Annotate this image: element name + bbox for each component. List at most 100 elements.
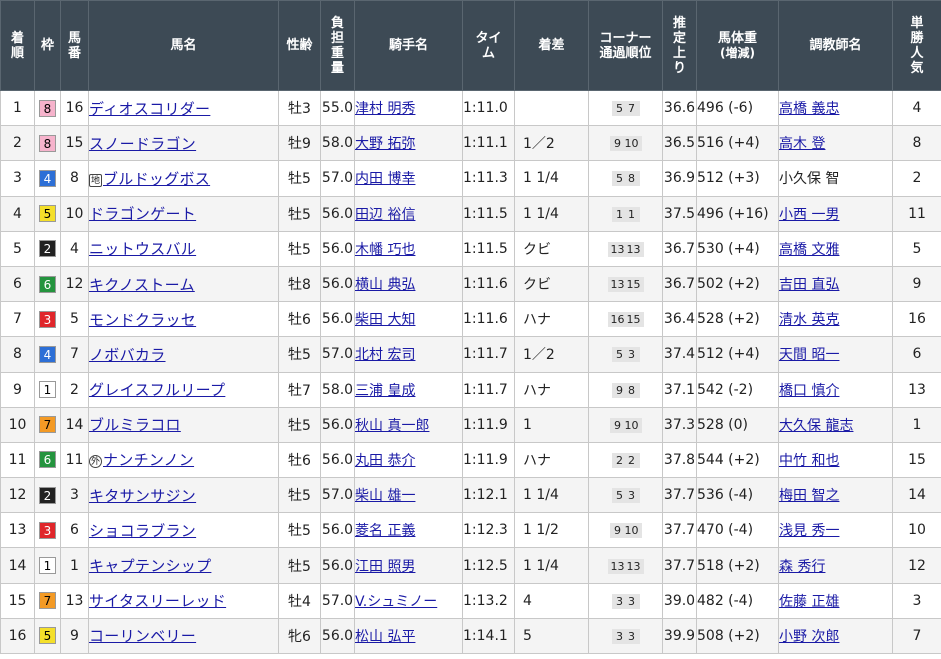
umaban-cell: 13 <box>60 582 89 619</box>
trainer-link[interactable]: 浅見 秀一 <box>780 523 840 539</box>
last3f-cell: 36.9 <box>662 160 697 197</box>
bodyweight-cell: 482 (-4) <box>696 582 779 619</box>
trainer-link[interactable]: 中竹 和也 <box>780 453 840 469</box>
table-row: 8 4 7 ノボバカラ 牡5 57.0 北村 宏司 1:11.7 1／2 5 3 37.4 512 (+… <box>0 336 941 373</box>
margin-cell <box>514 89 589 127</box>
horse-link[interactable]: コーリンベリー <box>90 627 197 645</box>
margin-cell: 5 <box>514 617 589 655</box>
bodyweight-cell: 516 (+4) <box>696 125 779 162</box>
jockey-link[interactable]: 菱名 正義 <box>356 523 416 539</box>
horse-link[interactable]: ニットウスバル <box>90 240 197 258</box>
jockey-link[interactable]: 丸田 恭介 <box>356 453 416 469</box>
jockey-link[interactable]: 柴田 大知 <box>356 312 416 328</box>
popularity-cell: 9 <box>892 265 941 303</box>
sexage-cell: 牝6 <box>278 617 321 655</box>
jockey-link[interactable]: 田辺 裕信 <box>356 207 416 223</box>
trainer-link[interactable]: 佐藤 正雄 <box>780 594 840 610</box>
horse-link[interactable]: ナンチンノン <box>103 451 194 469</box>
trainer-link[interactable]: 梅田 智之 <box>780 488 840 504</box>
trainer-link[interactable]: 吉田 直弘 <box>780 277 840 293</box>
weight-cell: 56.0 <box>320 512 355 549</box>
corner-positions: 33 <box>611 628 640 644</box>
weight-cell: 57.0 <box>320 582 355 619</box>
trainer-link[interactable]: 橋口 慎介 <box>780 383 840 399</box>
horse-link[interactable]: キタサンサジン <box>90 487 197 505</box>
horse-link[interactable]: ノボバカラ <box>90 346 166 364</box>
corner-cell: 16 15 <box>588 301 663 338</box>
jockey-link[interactable]: 柴山 雄一 <box>356 488 416 504</box>
horse-link[interactable]: ディオスコリダー <box>90 100 211 118</box>
trainer-cell: 清水 英克 <box>778 301 893 338</box>
weight-cell: 57.0 <box>320 160 355 197</box>
sexage-cell: 牡5 <box>278 512 321 549</box>
trainer-link[interactable]: 高木 登 <box>780 136 826 152</box>
margin-cell: 1 1/4 <box>514 160 589 197</box>
horse-link[interactable]: ブルドッグボス <box>103 170 210 188</box>
bodyweight-cell: 512 (+3) <box>696 160 779 197</box>
horse-cell: 外ナンチンノン <box>88 441 279 479</box>
popularity-cell: 16 <box>892 301 941 338</box>
trainer-link[interactable]: 天間 昭一 <box>780 347 840 363</box>
horse-category-mark: 外 <box>89 455 102 469</box>
time-cell: 1:11.5 <box>462 195 515 232</box>
bodyweight-cell: 470 (-4) <box>696 512 779 549</box>
popularity-cell: 2 <box>892 160 941 197</box>
weight-cell: 57.0 <box>320 477 355 514</box>
jockey-cell: 大野 拓弥 <box>354 125 463 162</box>
horse-link[interactable]: ブルミラコロ <box>90 416 181 434</box>
rank-cell: 6 <box>0 265 35 303</box>
time-cell: 1:11.0 <box>462 89 515 127</box>
sexage-cell: 牡4 <box>278 582 321 619</box>
jockey-cell: 北村 宏司 <box>354 336 463 373</box>
jockey-link[interactable]: 江田 照男 <box>356 559 416 575</box>
horse-link[interactable]: キクノストーム <box>90 276 195 294</box>
bodyweight-cell: 496 (-6) <box>696 89 779 127</box>
corner-cell: 9 10 <box>588 512 663 549</box>
table-row: 16 5 9 コーリンベリー 牝6 56.0 松山 弘平 1:14.1 5 3 3 39.9 508 (… <box>0 617 941 655</box>
trainer-link[interactable]: 森 秀行 <box>780 559 826 575</box>
bodyweight-cell: 530 (+4) <box>696 230 779 267</box>
margin-cell: 1 1/4 <box>514 477 589 514</box>
jockey-link[interactable]: 大野 拓弥 <box>356 136 416 152</box>
bodyweight-cell: 502 (+2) <box>696 265 779 303</box>
corner-positions: 9 10 <box>609 417 642 433</box>
waku-badge: 6 <box>39 275 56 293</box>
jockey-link[interactable]: 松山 弘平 <box>356 629 416 645</box>
table-row: 4 5 10 ドラゴンゲート 牡5 56.0 田辺 裕信 1:11.5 1 1/4 1 1 37.5 4… <box>0 195 941 232</box>
trainer-link[interactable]: 小野 次郎 <box>780 629 840 645</box>
rank-cell: 12 <box>0 477 35 514</box>
trainer-link[interactable]: 大久保 龍志 <box>780 418 854 434</box>
trainer-link[interactable]: 小西 一男 <box>780 207 840 223</box>
jockey-link[interactable]: 木幡 巧也 <box>356 242 416 258</box>
jockey-link[interactable]: 津村 明秀 <box>356 101 416 117</box>
jockey-link[interactable]: V.シュミノー <box>356 594 438 610</box>
umaban-cell: 2 <box>60 371 89 408</box>
horse-link[interactable]: スノードラゴン <box>90 135 197 153</box>
time-cell: 1:11.7 <box>462 371 515 408</box>
horse-link[interactable]: キャプテンシップ <box>90 557 212 575</box>
jockey-link[interactable]: 北村 宏司 <box>356 347 416 363</box>
trainer-link[interactable]: 高橋 文雅 <box>780 242 840 258</box>
trainer-link[interactable]: 高橋 義忠 <box>780 101 840 117</box>
horse-link[interactable]: グレイスフルリープ <box>90 381 226 399</box>
jockey-link[interactable]: 内田 博幸 <box>356 171 416 187</box>
horse-cell: ニットウスバル <box>88 230 279 267</box>
horse-link[interactable]: モンドクラッセ <box>90 311 197 329</box>
jockey-link[interactable]: 秋山 真一郎 <box>356 418 430 434</box>
header-time: タイム <box>462 0 515 91</box>
header-corner: コーナー通過順位 <box>588 0 663 91</box>
horse-link[interactable]: ショコラブラン <box>90 522 197 540</box>
bodyweight-cell: 536 (-4) <box>696 477 779 514</box>
horse-cell: ノボバカラ <box>88 336 279 373</box>
horse-cell: ブルミラコロ <box>88 406 279 443</box>
jockey-link[interactable]: 三浦 皇成 <box>356 383 416 399</box>
sexage-cell: 牡8 <box>278 265 321 303</box>
corner-positions: 22 <box>611 452 640 468</box>
jockey-link[interactable]: 横山 典弘 <box>356 277 416 293</box>
horse-link[interactable]: サイタスリーレッド <box>90 592 227 610</box>
rank-cell: 16 <box>0 617 35 655</box>
last3f-cell: 36.4 <box>662 301 697 338</box>
trainer-link[interactable]: 清水 英克 <box>780 312 840 328</box>
horse-link[interactable]: ドラゴンゲート <box>90 205 197 223</box>
umaban-cell: 10 <box>60 195 89 232</box>
